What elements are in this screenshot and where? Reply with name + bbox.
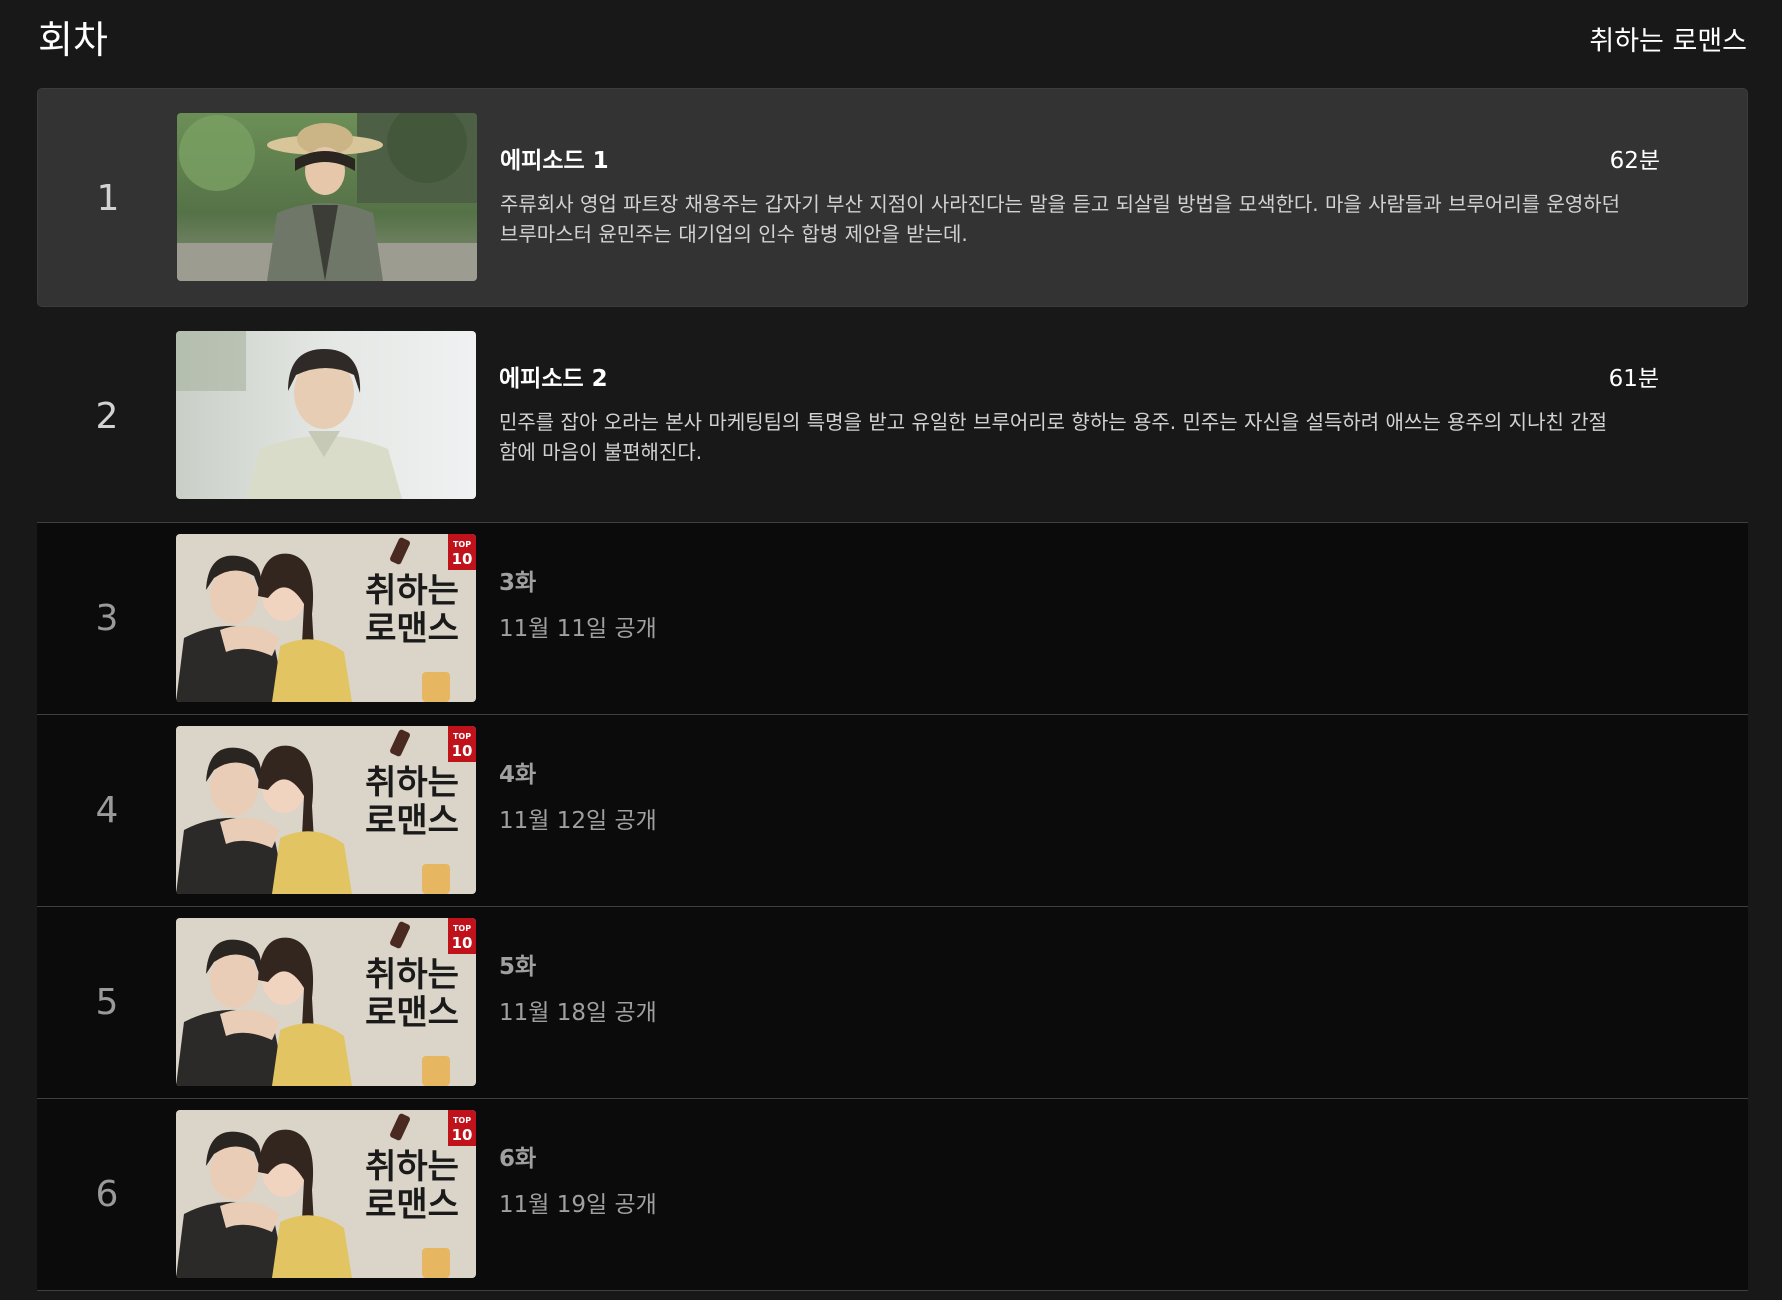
episode-index: 5: [95, 982, 119, 1023]
poster-title-line-1: 취하는: [365, 763, 459, 803]
top10-badge-number: 10: [452, 742, 473, 760]
episode-thumbnail[interactable]: 취하는 로맨스 TOP 10: [176, 1110, 476, 1278]
poster-title-line-2: 로맨스: [365, 1185, 459, 1225]
episode-label: 6화: [499, 1146, 537, 1172]
episode-release-date: 11월 18일 공개: [499, 1000, 657, 1026]
episode-info: 3화 11월 11일 공개: [499, 567, 657, 645]
show-title: 취하는 로맨스: [1589, 26, 1747, 57]
episode-index: 6: [95, 1174, 119, 1215]
episode-info: 4화 11월 12일 공개: [499, 759, 657, 837]
top10-badge-number: 10: [452, 1126, 473, 1144]
episode-row-5[interactable]: 5 취하는 로맨스 TOP 10 5화 11월 18일 공개: [37, 907, 1748, 1099]
section-title: 회차: [38, 18, 108, 62]
top10-badge-number: 10: [452, 934, 473, 952]
top10-badge-number: 10: [452, 550, 473, 568]
episode-index: 2: [95, 396, 119, 437]
episode-row-4[interactable]: 4 취하는 로맨스 TOP 10 4화 11월 12일 공개: [37, 715, 1748, 907]
poster-title-line-1: 취하는: [365, 1147, 459, 1187]
episode-list: 1 에피소드 1 62분 주류회사 영업 파트장 채용주는 갑자기 부산 지점이…: [37, 88, 1748, 1291]
poster-title-line-1: 취하는: [365, 571, 459, 611]
episode-title: 에피소드 1: [500, 148, 609, 174]
episode-duration: 62분: [1609, 148, 1660, 174]
episode-thumbnail[interactable]: 취하는 로맨스 TOP 10: [176, 534, 476, 702]
episode-info: 5화 11월 18일 공개: [499, 951, 657, 1029]
episode-duration: 61분: [1608, 366, 1659, 392]
poster-title-line-2: 로맨스: [365, 609, 459, 649]
top10-badge-label: TOP: [453, 540, 471, 549]
header: 회차 취하는 로맨스: [38, 14, 1747, 66]
poster-title-line-1: 취하는: [365, 955, 459, 995]
episode-label: 5화: [499, 954, 537, 980]
poster-title-line-2: 로맨스: [365, 993, 459, 1033]
episode-synopsis: 민주를 잡아 오라는 본사 마케팅팀의 특명을 받고 유일한 브루어리로 향하는…: [499, 410, 1608, 464]
top10-badge-label: TOP: [453, 924, 471, 933]
top10-badge-label: TOP: [453, 732, 471, 741]
episode-label: 4화: [499, 762, 537, 788]
episode-row-6[interactable]: 6 취하는 로맨스 TOP 10 6화 11월 19일 공개: [37, 1099, 1748, 1291]
episode-index: 4: [95, 790, 119, 831]
episode-release-date: 11월 11일 공개: [499, 616, 657, 642]
episode-thumbnail[interactable]: 취하는 로맨스 TOP 10: [176, 918, 476, 1086]
episode-synopsis: 주류회사 영업 파트장 채용주는 갑자기 부산 지점이 사라진다는 말을 듣고 …: [500, 192, 1621, 246]
episode-title: 에피소드 2: [499, 366, 608, 392]
episode-row-3[interactable]: 3 취하는 로맨스 TOP 10 3화 11월 11일 공개: [37, 523, 1748, 715]
episode-row-1[interactable]: 1 에피소드 1 62분 주류회사 영업 파트장 채용주는 갑자기 부산 지점이…: [37, 88, 1748, 307]
episode-thumbnail[interactable]: [176, 331, 476, 499]
episode-info: 6화 11월 19일 공개: [499, 1143, 657, 1221]
top10-badge-label: TOP: [453, 1116, 471, 1125]
episode-release-date: 11월 12일 공개: [499, 808, 657, 834]
poster-title-line-2: 로맨스: [365, 801, 459, 841]
episode-label: 3화: [499, 570, 537, 596]
episode-thumbnail[interactable]: [177, 113, 477, 281]
episode-thumbnail[interactable]: 취하는 로맨스 TOP 10: [176, 726, 476, 894]
episodes-page: 회차 취하는 로맨스 1 에피소드 1 62분 주류회사 영업 파트장 채용주는…: [0, 0, 1782, 1300]
episode-index: 3: [95, 598, 119, 639]
episode-index: 1: [96, 178, 120, 219]
episode-row-2[interactable]: 2 에피소드 2 61분 민주를 잡아 오라는 본사 마케팅팀의 특명을 받고 …: [37, 307, 1748, 523]
episode-release-date: 11월 19일 공개: [499, 1192, 657, 1218]
